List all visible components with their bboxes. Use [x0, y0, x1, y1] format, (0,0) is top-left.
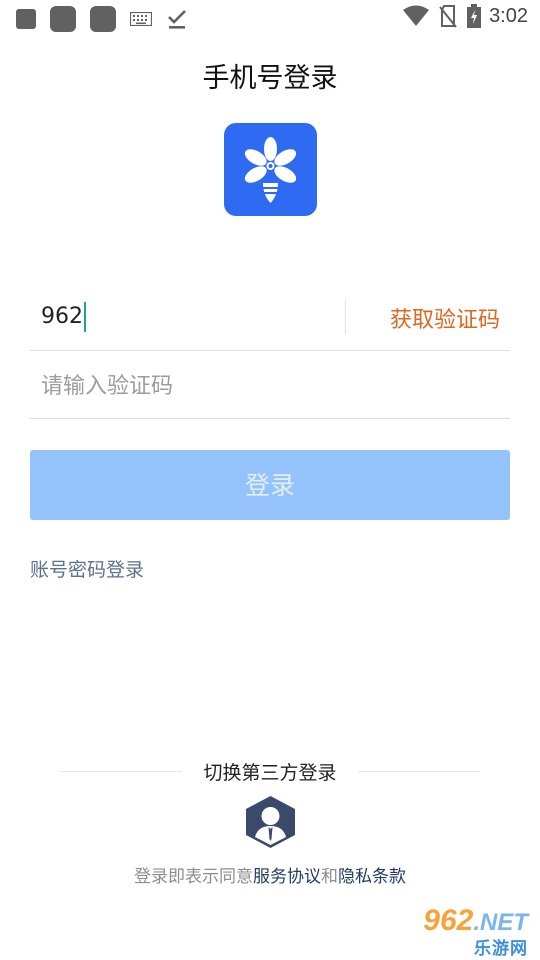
- watermark-logo: 962.NET: [423, 904, 528, 938]
- service-agreement-link[interactable]: 服务协议: [253, 867, 321, 887]
- text-caret: [84, 302, 86, 332]
- notification-app-icon-2: [90, 6, 116, 32]
- page-title: 手机号登录: [202, 63, 338, 94]
- status-time: 3:02: [489, 4, 528, 27]
- phone-input-value: 962: [41, 304, 83, 329]
- flower-bee-logo-icon: [244, 137, 297, 203]
- keyboard-icon: [130, 12, 152, 26]
- status-bar: 3:02: [0, 0, 540, 36]
- code-input-row: [30, 354, 510, 419]
- app-logo: [224, 123, 317, 216]
- password-login-link[interactable]: 账号密码登录: [30, 555, 144, 582]
- status-bar-system: 3:02: [393, 4, 528, 28]
- privacy-policy-link[interactable]: 隐私条款: [338, 867, 406, 887]
- watermark-number: 962: [423, 904, 474, 937]
- third-party-login-button[interactable]: [244, 795, 297, 849]
- notification-app-icon: [50, 6, 76, 32]
- status-bar-notifications: [16, 6, 188, 32]
- wifi-icon: [403, 5, 430, 26]
- watermark-site-name: 乐游网: [474, 939, 528, 959]
- watermark-suffix: .NET: [473, 909, 528, 936]
- login-button[interactable]: 登录: [30, 450, 510, 520]
- third-party-divider: 切换第三方登录: [60, 758, 480, 786]
- phone-input-row: 962 获取验证码: [30, 286, 510, 351]
- site-watermark: 962.NET 乐游网: [398, 904, 534, 959]
- user-hexagon-icon: [246, 796, 295, 848]
- verification-code-input[interactable]: [41, 368, 481, 404]
- field-divider: [345, 300, 346, 334]
- no-sim-icon: [439, 5, 457, 28]
- get-code-button[interactable]: 获取验证码: [390, 302, 500, 334]
- notification-square-icon: [16, 9, 36, 29]
- phone-input[interactable]: 962: [41, 302, 86, 332]
- agreement-prefix: 登录即表示同意: [134, 867, 253, 887]
- divider-line-right: [358, 771, 480, 772]
- battery-charging-icon: [467, 4, 482, 28]
- agreement-conjunction: 和: [321, 867, 338, 887]
- download-done-icon: [168, 10, 186, 29]
- agreement-text: 登录即表示同意服务协议和隐私条款: [0, 862, 540, 887]
